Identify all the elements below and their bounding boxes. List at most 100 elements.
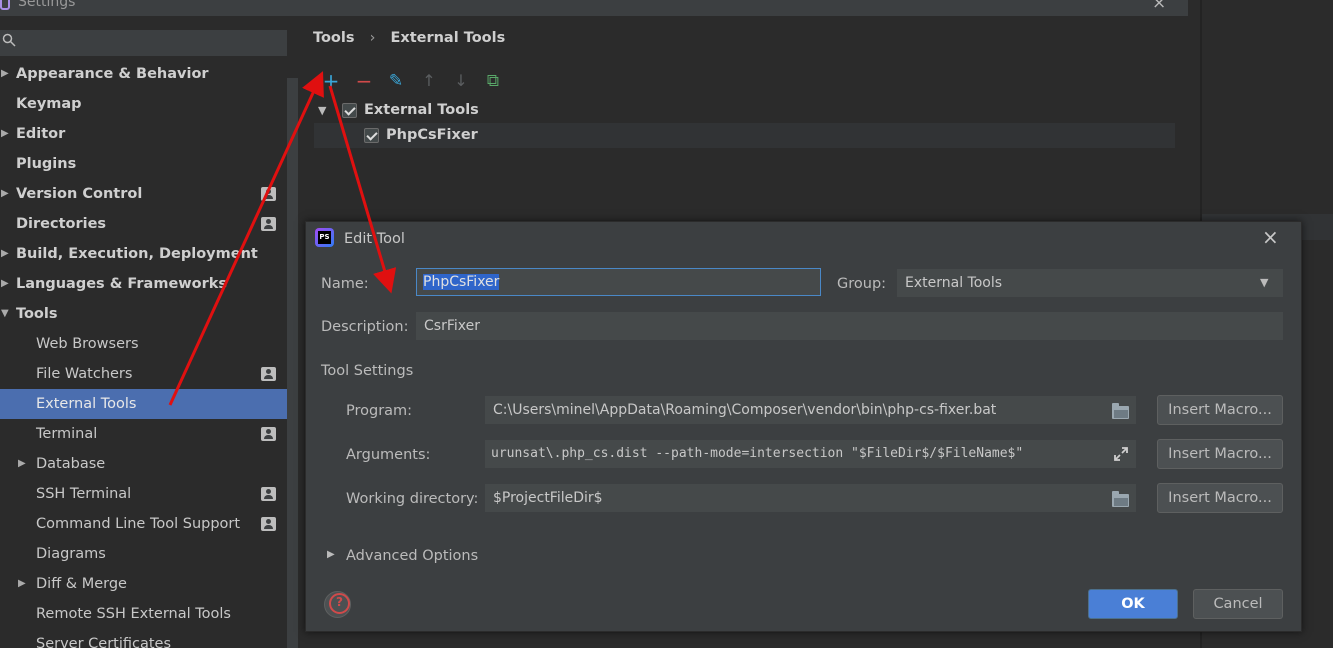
sidebar-item-version-control[interactable]: ▶ Version Control: [0, 179, 287, 209]
collapse-arrow-icon[interactable]: ▼: [1, 299, 9, 329]
name-label: Name:: [321, 276, 369, 292]
sidebar-item-tools[interactable]: ▼ Tools: [0, 299, 287, 329]
sidebar-item-ssh-terminal[interactable]: SSH Terminal: [0, 479, 287, 509]
cancel-button[interactable]: Cancel: [1193, 589, 1283, 619]
sidebar-item-file-watchers[interactable]: File Watchers: [0, 359, 287, 389]
add-icon[interactable]: +: [320, 70, 342, 92]
sidebar-scrollbar[interactable]: [287, 78, 298, 648]
sidebar-item-directories[interactable]: Directories: [0, 209, 287, 239]
arguments-field[interactable]: urunsat\.php_cs.dist --path-mode=interse…: [485, 440, 1136, 468]
collapse-icon[interactable]: ▼: [318, 98, 326, 123]
breadcrumb: Tools › External Tools: [313, 30, 515, 46]
ok-button[interactable]: OK: [1088, 589, 1178, 619]
expand-arrow-icon[interactable]: ▶: [18, 569, 26, 599]
expand-arrow-icon[interactable]: ▶: [327, 549, 335, 560]
expand-arrow-icon[interactable]: ▶: [1, 59, 9, 89]
sidebar-item-server-certificates[interactable]: Server Certificates: [0, 629, 287, 648]
sidebar-item-label: Diagrams: [36, 546, 106, 562]
sidebar-item-database[interactable]: ▶ Database: [0, 449, 287, 479]
sidebar-item-label: Database: [36, 456, 106, 472]
expand-arrow-icon[interactable]: ▶: [18, 449, 26, 479]
sidebar-item-label: Remote SSH External Tools: [36, 606, 231, 622]
tree-child-row[interactable]: PhpCsFixer: [314, 123, 1175, 148]
sidebar-item-web-browsers[interactable]: Web Browsers: [0, 329, 287, 359]
tree-group-label: External Tools: [364, 102, 479, 118]
tool-settings-heading: Tool Settings: [321, 363, 414, 379]
sidebar-item-label: Keymap: [16, 96, 82, 112]
tool-checkbox[interactable]: [364, 128, 379, 143]
sidebar-item-diagrams[interactable]: Diagrams: [0, 539, 287, 569]
sidebar-item-remote-ssh-external-tools[interactable]: Remote SSH External Tools: [0, 599, 287, 629]
sidebar-item-label: File Watchers: [36, 366, 133, 382]
description-field[interactable]: CsrFixer: [416, 312, 1283, 340]
sidebar-item-label: External Tools: [36, 396, 137, 412]
sidebar-item-external-tools[interactable]: External Tools: [0, 389, 287, 419]
phpstorm-logo-icon: [315, 228, 334, 247]
sidebar-item-diff-merge[interactable]: ▶ Diff & Merge: [0, 569, 287, 599]
title-bar: Settings ×: [0, 0, 1188, 16]
group-label: Group:: [837, 276, 887, 292]
expand-icon[interactable]: [1112, 445, 1130, 463]
breadcrumb-parent[interactable]: Tools: [313, 30, 355, 46]
folder-icon[interactable]: [1112, 491, 1129, 507]
expand-arrow-icon[interactable]: ▶: [1, 179, 9, 209]
group-checkbox[interactable]: [342, 103, 357, 118]
folder-icon[interactable]: [1112, 403, 1129, 419]
sidebar-item-editor[interactable]: ▶ Editor: [0, 119, 287, 149]
group-select[interactable]: External Tools ▼: [897, 269, 1283, 297]
expand-arrow-icon[interactable]: ▶: [1, 119, 9, 149]
expand-arrow-icon[interactable]: ▶: [1, 269, 9, 299]
sidebar-item-label: Server Certificates: [36, 636, 172, 648]
external-tools-tree: ▼ External Tools PhpCsFixer: [314, 98, 1175, 148]
arguments-label: Arguments:: [346, 447, 431, 463]
group-select-value: External Tools: [905, 275, 1003, 291]
project-level-icon: [261, 367, 276, 381]
window-title: Settings: [18, 0, 76, 10]
sidebar-item-label: Appearance & Behavior: [16, 66, 209, 82]
sidebar-item-label: Languages & Frameworks: [16, 276, 228, 292]
chevron-down-icon[interactable]: ▼: [1260, 269, 1268, 297]
insert-macro-button-workdir[interactable]: Insert Macro...: [1157, 483, 1283, 513]
program-label: Program:: [346, 403, 413, 419]
edit-tool-dialog: Edit Tool × Name: PhpCsFixer Group: Exte…: [305, 221, 1302, 632]
edit-icon[interactable]: ✎: [385, 70, 407, 92]
dialog-close-icon[interactable]: ×: [1262, 225, 1279, 249]
program-field[interactable]: C:\Users\minel\AppData\Roaming\Composer\…: [485, 396, 1136, 424]
insert-macro-button-program[interactable]: Insert Macro...: [1157, 395, 1283, 425]
sidebar-item-label: Build, Execution, Deployment: [16, 246, 258, 262]
sidebar-item-label: SSH Terminal: [36, 486, 132, 502]
tree-group-row[interactable]: ▼ External Tools: [314, 98, 1175, 123]
app-logo-icon: [0, 0, 10, 10]
sidebar-item-command-line-tool-support[interactable]: Command Line Tool Support: [0, 509, 287, 539]
sidebar-item-label: Command Line Tool Support: [36, 516, 241, 532]
sidebar-item-label: Version Control: [16, 186, 143, 202]
sidebar-item-keymap[interactable]: Keymap: [0, 89, 287, 119]
project-level-icon: [261, 187, 276, 201]
sidebar-item-languages-frameworks[interactable]: ▶ Languages & Frameworks: [0, 269, 287, 299]
project-level-icon: [261, 487, 276, 501]
search-input[interactable]: [0, 30, 287, 56]
name-field[interactable]: PhpCsFixer: [416, 268, 821, 296]
insert-macro-button-arguments[interactable]: Insert Macro...: [1157, 439, 1283, 469]
expand-arrow-icon[interactable]: ▶: [1, 239, 9, 269]
move-down-icon[interactable]: ↓: [450, 70, 472, 92]
remove-icon[interactable]: −: [353, 70, 375, 92]
sidebar-item-terminal[interactable]: Terminal: [0, 419, 287, 449]
breadcrumb-separator: ›: [369, 30, 376, 46]
sidebar-item-label: Editor: [16, 126, 66, 142]
sidebar-item-label: Terminal: [36, 426, 98, 442]
window-close-icon[interactable]: ×: [1152, 0, 1166, 13]
sidebar-item-build-execution-deployment[interactable]: ▶ Build, Execution, Deployment: [0, 239, 287, 269]
help-icon[interactable]: [324, 591, 351, 618]
working-directory-field[interactable]: $ProjectFileDir$: [485, 484, 1136, 512]
name-field-value: PhpCsFixer: [423, 274, 500, 290]
move-up-icon[interactable]: ↑: [418, 70, 440, 92]
project-level-icon: [261, 427, 276, 441]
advanced-options-label: Advanced Options: [346, 548, 479, 564]
copy-icon[interactable]: ⧉: [482, 70, 504, 92]
sidebar-item-label: Web Browsers: [36, 336, 139, 352]
sidebar-item-plugins[interactable]: Plugins: [0, 149, 287, 179]
sidebar-item-label: Diff & Merge: [36, 576, 127, 592]
dialog-title: Edit Tool: [344, 231, 405, 247]
sidebar-item-appearance-behavior[interactable]: ▶ Appearance & Behavior: [0, 59, 287, 89]
